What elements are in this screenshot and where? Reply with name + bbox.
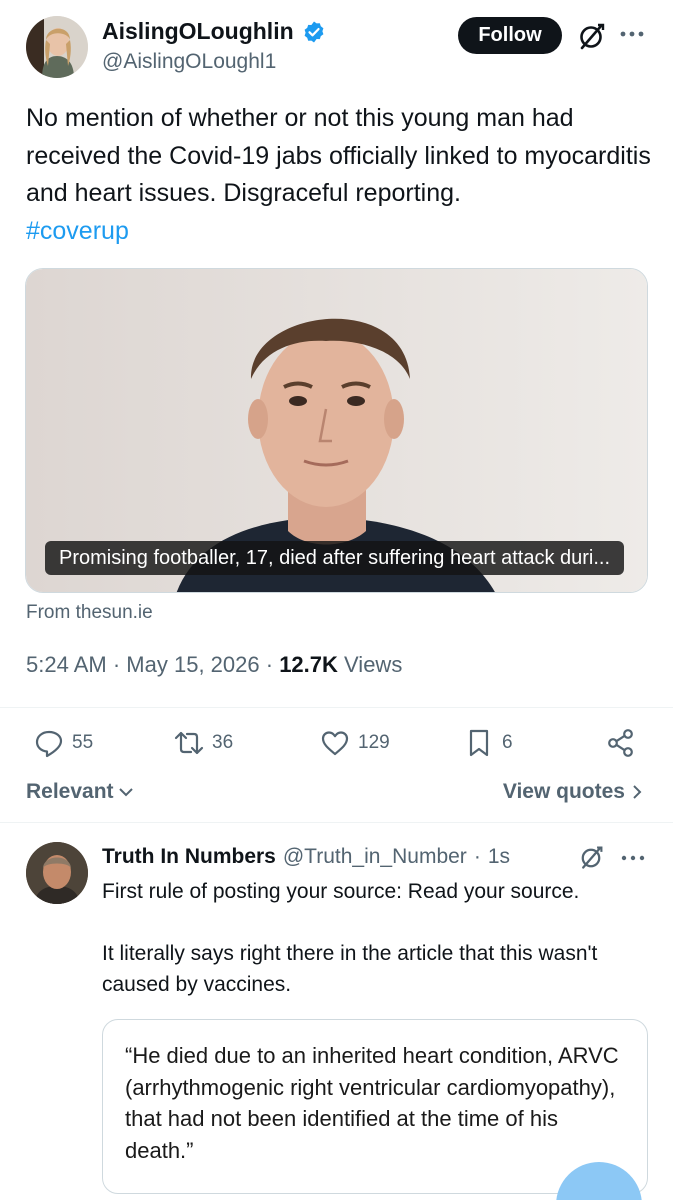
reply-author-avatar[interactable] <box>26 842 88 904</box>
retweet-button[interactable]: 36 <box>174 728 233 758</box>
divider <box>0 707 673 708</box>
bookmark-count: 6 <box>502 732 513 753</box>
sort-label: Relevant <box>26 780 114 803</box>
like-button[interactable]: 129 <box>320 728 390 758</box>
author-name[interactable]: AislingOLoughlin <box>102 18 294 45</box>
chevron-down-icon <box>118 788 133 797</box>
tweet-text: No mention of whether or not this young … <box>26 100 656 250</box>
author-avatar[interactable] <box>26 16 88 78</box>
more-icon[interactable] <box>618 24 646 44</box>
reply-button[interactable]: 55 <box>34 728 93 758</box>
reply-author-name[interactable]: Truth In Numbers <box>102 845 276 869</box>
reply-count: 55 <box>72 732 94 753</box>
author-handle[interactable]: @AislingOLoughl1 <box>102 50 276 74</box>
reply-separator: · <box>473 845 481 868</box>
sort-replies-dropdown[interactable]: Relevant <box>26 780 134 804</box>
like-count: 129 <box>358 732 390 753</box>
hashtag-link[interactable]: #coverup <box>26 213 656 251</box>
grok-icon[interactable] <box>578 845 604 871</box>
link-source[interactable]: From thesun.ie <box>26 602 153 624</box>
reply-header: Truth In Numbers @Truth_in_Number · 1s <box>102 845 510 869</box>
views-label: Views <box>344 652 403 677</box>
reply-paragraph: It literally says right there in the art… <box>102 942 598 996</box>
divider <box>0 822 673 823</box>
timestamp-separator-2: · <box>265 652 274 677</box>
bookmark-icon <box>469 729 489 757</box>
retweet-icon <box>174 731 204 755</box>
heart-icon <box>321 731 349 756</box>
more-icon[interactable] <box>620 849 646 867</box>
tweet-body: No mention of whether or not this young … <box>26 104 651 207</box>
view-quotes-link[interactable]: View quotes <box>503 780 643 804</box>
view-quotes-label: View quotes <box>502 780 625 803</box>
tweet-time[interactable]: 5:24 AM <box>26 652 107 677</box>
tweet-date[interactable]: May 15, 2026 <box>126 652 259 677</box>
share-button[interactable] <box>606 728 636 758</box>
bookmark-button[interactable]: 6 <box>464 728 513 758</box>
reply-icon <box>35 730 63 758</box>
verified-badge-icon <box>304 21 324 42</box>
reply-time[interactable]: 1s <box>488 845 510 869</box>
link-card-caption[interactable]: Promising footballer, 17, died after suf… <box>45 541 625 575</box>
retweet-count: 36 <box>212 732 234 753</box>
chevron-right-icon <box>633 785 642 799</box>
reply-text: First rule of posting your source: Read … <box>102 876 650 1000</box>
tweet-timestamp: 5:24 AM · May 15, 2026 · 12.7K Views <box>26 652 402 678</box>
follow-button[interactable]: Follow <box>458 17 562 54</box>
share-icon <box>608 729 633 757</box>
author-name-row[interactable]: AislingOLoughlin <box>102 18 326 45</box>
timestamp-separator: · <box>112 652 121 677</box>
views-count: 12.7K <box>279 652 338 677</box>
reply-paragraph: First rule of posting your source: Read … <box>102 880 580 903</box>
reply-author-handle[interactable]: @Truth_in_Number <box>283 845 467 869</box>
quote-text: “He died due to an inherited heart condi… <box>125 1043 619 1163</box>
grok-icon[interactable] <box>576 22 606 52</box>
quoted-text-card: “He died due to an inherited heart condi… <box>102 1019 648 1194</box>
